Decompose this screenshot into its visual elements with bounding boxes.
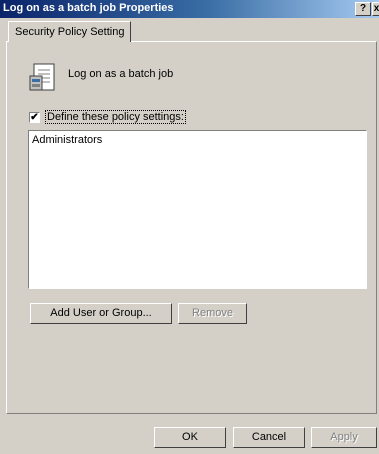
define-policy-label[interactable]: Define these policy settings: (45, 110, 186, 124)
help-button[interactable]: ? (355, 2, 371, 16)
title-bar[interactable]: Log on as a batch job Properties ? x (0, 0, 379, 18)
window-title: Log on as a batch job Properties (3, 2, 174, 14)
cancel-button[interactable]: Cancel (233, 427, 305, 448)
policy-name: Log on as a batch job (68, 68, 174, 80)
apply-button[interactable]: Apply (311, 427, 377, 448)
list-item[interactable]: Administrators (29, 131, 366, 149)
add-user-or-group-button[interactable]: Add User or Group... (30, 303, 172, 324)
ok-button[interactable]: OK (154, 427, 226, 448)
close-button[interactable]: x (372, 2, 379, 16)
remove-button[interactable]: Remove (178, 303, 247, 324)
tab-security-policy-setting[interactable]: Security Policy Setting (8, 21, 132, 42)
accounts-list[interactable]: Administrators (28, 130, 367, 289)
policy-document-icon (29, 63, 55, 91)
define-policy-checkbox[interactable]: ✔ (29, 112, 40, 123)
